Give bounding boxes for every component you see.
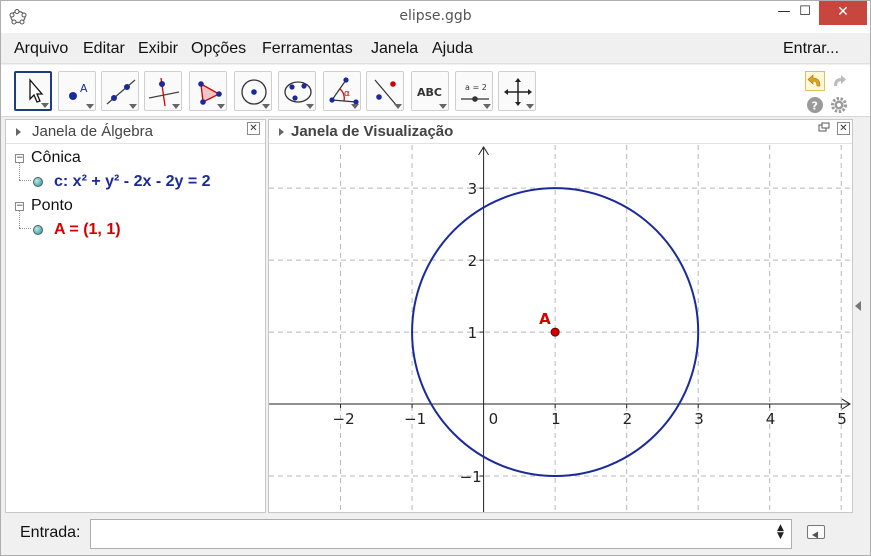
menu-opcoes[interactable]: Opções [191,40,246,58]
slider-tool-button[interactable]: a = 2 [455,71,493,111]
line-tool-button[interactable] [101,71,139,111]
point-tool-button[interactable]: A [58,71,96,111]
menu-janela[interactable]: Janela [371,40,418,58]
polygon-tool-button[interactable] [189,71,227,111]
undo-redo-area: ? [805,71,849,115]
algebra-view: Janela de Álgebra ✕ − Cônica c: x² + y² … [5,119,266,513]
grid [269,145,852,512]
svg-text:α: α [344,89,350,99]
menu-ferramentas[interactable]: Ferramentas [262,40,353,58]
expand-triangle-icon[interactable] [16,128,21,136]
text-tool-label: ABC [417,86,442,99]
chevron-down-icon [306,104,314,109]
reflect-tool-button[interactable] [366,71,404,111]
visibility-toggle-icon[interactable] [33,225,43,235]
input-bar: Entrada: ▲ ▼ [1,515,870,555]
y-tick-label: 2 [468,252,478,270]
point-label: A [539,310,551,328]
group-label-conica: Cônica [31,149,81,166]
svg-text:?: ? [812,100,818,113]
axes [269,146,851,512]
signin-link[interactable]: Entrar... [783,40,839,58]
x-tick-label: 2 [623,410,633,428]
keyboard-toggle-button[interactable] [807,525,825,539]
visibility-toggle-icon[interactable] [33,177,43,187]
move-tool-button[interactable] [14,71,52,111]
tree-connector [19,228,31,229]
chevron-down-icon [439,104,447,109]
chevron-down-icon [351,104,359,109]
chevron-down-icon [41,103,49,108]
window-title: elipse.ggb [399,8,472,24]
collapse-toggle-icon[interactable]: − [15,154,24,163]
algebra-view-title: Janela de Álgebra [32,123,153,140]
perpendicular-tool-button[interactable] [144,71,182,111]
close-algebra-view-button[interactable]: ✕ [247,122,260,135]
maximize-button[interactable]: ☐ [791,1,819,25]
menu-exibir[interactable]: Exibir [138,40,178,58]
input-field[interactable] [90,519,792,549]
conic-tool-button[interactable] [278,71,316,111]
undo-icon[interactable] [805,71,825,91]
svg-text:A: A [80,82,88,95]
y-tick-label: 3 [468,180,478,198]
chevron-down-icon [86,104,94,109]
chevron-down-icon [217,104,225,109]
keyboard-icon [812,531,818,539]
point-a[interactable] [550,327,560,337]
tree-connector [19,180,31,181]
chevron-down-icon [262,104,270,109]
x-tick-label: 1 [551,410,561,428]
x-tick-label: 4 [766,410,776,428]
x-tick-label: −1 [404,410,426,428]
graphics-view-title: Janela de Visualização [291,123,454,140]
menu-bar: Arquivo Editar Exibir Opções Ferramentas… [1,34,870,64]
y-tick-label: 1 [468,324,478,342]
chevron-down-icon [526,104,534,109]
app-window: elipse.ggb — ☐ ✕ Arquivo Editar Exibir O… [0,0,871,556]
algebra-view-header[interactable]: Janela de Álgebra ✕ [6,120,265,144]
help-icon[interactable]: ? [805,95,825,115]
move-graphics-tool-button[interactable] [498,71,536,111]
menu-editar[interactable]: Editar [83,40,125,58]
algebra-object-a[interactable]: A = (1, 1) [54,221,121,239]
slider-tool-label: a = 2 [465,83,487,92]
title-bar[interactable]: elipse.ggb — ☐ ✕ [1,1,870,33]
chevron-down-icon [483,104,491,109]
y-tick-label: −1 [460,468,482,486]
tree-connector [19,162,20,180]
x-tick-label: 0 [489,410,499,428]
input-history-spinner[interactable]: ▲ ▼ [777,524,784,541]
expand-triangle-icon[interactable] [279,128,284,136]
gear-icon[interactable] [829,95,849,115]
chevron-down-icon [172,104,180,109]
group-label-ponto: Ponto [31,197,73,214]
chevron-down-icon [129,104,137,109]
text-tool-button[interactable]: ABC [411,71,449,111]
side-panel-handle-icon[interactable] [855,301,861,311]
redo-icon[interactable] [829,71,849,91]
collapse-toggle-icon[interactable]: − [15,202,24,211]
graphics-canvas[interactable]: −2 −1 0 1 2 3 4 5 −1 1 2 3 A [269,145,852,512]
x-tick-label: 3 [694,410,704,428]
undock-icon[interactable] [818,122,830,132]
menu-ajuda[interactable]: Ajuda [432,40,473,58]
graphics-view-header[interactable]: Janela de Visualização ✕ [269,120,852,144]
toolbar: A α ABC a = 2 ? [1,65,870,117]
menu-arquivo[interactable]: Arquivo [14,40,68,58]
algebra-object-c[interactable]: c: x² + y² - 2x - 2y = 2 [54,173,211,191]
close-window-button[interactable]: ✕ [819,1,867,25]
graphics-view: Janela de Visualização ✕ −2 −1 0 1 2 3 4 5 −1 1 2 3… [268,119,853,513]
chevron-down-icon [394,104,402,109]
x-tick-label: 5 [837,410,847,428]
input-label: Entrada: [20,524,81,541]
circle-tool-button[interactable] [234,71,272,111]
tree-connector [19,210,20,228]
angle-tool-button[interactable]: α [323,71,361,111]
close-graphics-view-button[interactable]: ✕ [837,122,850,135]
x-tick-label: −2 [333,410,355,428]
